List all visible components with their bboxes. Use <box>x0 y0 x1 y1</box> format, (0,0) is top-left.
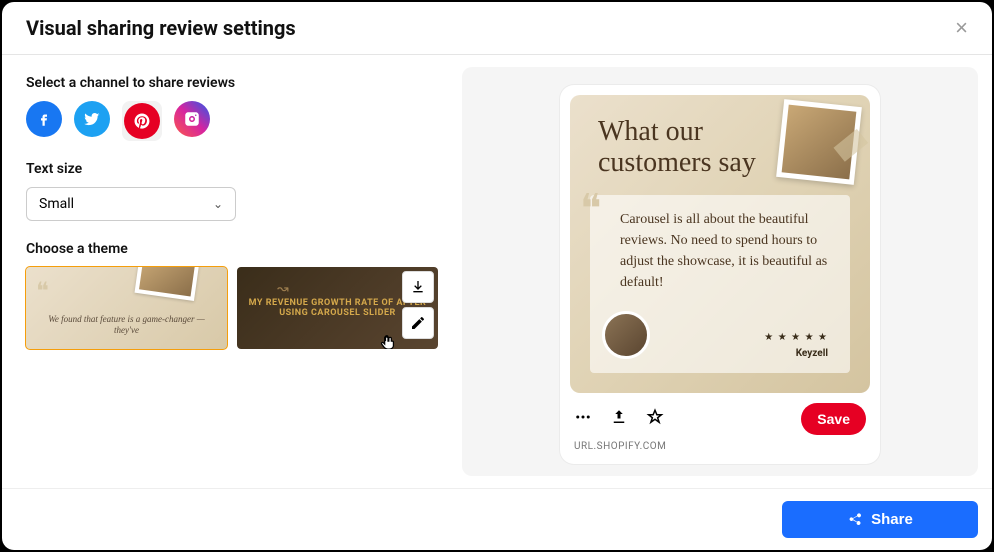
edit-button[interactable] <box>402 307 434 339</box>
channel-pinterest[interactable] <box>122 101 162 141</box>
preview-url: URL.SHOPIFY.COM <box>570 437 870 454</box>
share-button[interactable]: Share <box>782 501 978 538</box>
text-size-value: Small <box>39 196 74 212</box>
theme-option-1[interactable]: ❝ We found that feature is a game-change… <box>26 267 227 349</box>
channel-facebook[interactable] <box>26 101 62 137</box>
preview-heading: What our customers say <box>598 117 756 179</box>
modal-header: Visual sharing review settings × <box>2 2 992 55</box>
theme-1-photo <box>135 267 200 301</box>
preview-avatar <box>602 311 650 359</box>
instagram-icon <box>183 110 201 128</box>
share-button-label: Share <box>871 511 913 528</box>
preview-photo-inner <box>782 105 857 180</box>
facebook-icon <box>35 110 53 128</box>
arrow-icon: ↝ <box>277 281 289 297</box>
cursor-hand-icon <box>378 332 398 349</box>
theme-list: ❝ We found that feature is a game-change… <box>26 267 438 349</box>
theme-1-preview: ❝ We found that feature is a game-change… <box>26 267 227 349</box>
favorite-button[interactable] <box>646 408 664 430</box>
heading-line2: customers say <box>598 148 756 179</box>
dots-icon <box>574 408 592 426</box>
star-icon <box>646 408 664 426</box>
quote-mark-icon: ❝ <box>580 185 602 232</box>
quote-icon: ❝ <box>36 277 49 306</box>
settings-panel: Select a channel to share reviews <box>2 55 462 488</box>
modal-body: Select a channel to share reviews <box>2 55 992 488</box>
preview-body: ❝ Carousel is all about the beautiful re… <box>590 195 850 373</box>
heading-line1: What our <box>598 116 703 147</box>
preview-photo <box>776 99 862 185</box>
theme-actions <box>402 271 434 339</box>
pinterest-inner <box>124 103 160 139</box>
preview-panel: What our customers say ❝ Carousel is all… <box>462 67 978 476</box>
preview-stars: ★ ★ ★ ★ ★ <box>764 332 828 343</box>
close-button[interactable]: × <box>955 17 968 39</box>
text-size-section: Text size Small ⌄ <box>26 161 438 221</box>
save-button[interactable]: Save <box>801 403 866 435</box>
pin-footer: Save <box>570 393 870 437</box>
channel-label: Select a channel to share reviews <box>26 75 438 91</box>
upload-icon <box>610 408 628 426</box>
modal-title: Visual sharing review settings <box>26 16 296 40</box>
pinterest-card: What our customers say ❝ Carousel is all… <box>560 85 880 464</box>
theme-option-2[interactable]: ↝ MY REVENUE GROWTH RATE OF AFTER USING … <box>237 267 438 349</box>
pin-footer-actions <box>574 408 664 430</box>
channel-list <box>26 101 438 141</box>
settings-modal: Visual sharing review settings × Select … <box>2 2 992 550</box>
twitter-icon <box>83 110 101 128</box>
download-button[interactable] <box>402 271 434 303</box>
theme-1-text: We found that feature is a game-changer … <box>26 314 227 337</box>
preview-image: What our customers say ❝ Carousel is all… <box>570 95 870 393</box>
preview-review-text: Carousel is all about the beautiful revi… <box>620 209 832 293</box>
pinterest-icon <box>133 112 151 130</box>
theme-label: Choose a theme <box>26 241 438 257</box>
preview-author: Keyzell <box>796 348 828 359</box>
channel-instagram[interactable] <box>174 101 210 137</box>
more-button[interactable] <box>574 408 592 430</box>
share-icon <box>847 512 863 528</box>
pencil-icon <box>410 315 426 331</box>
upload-button[interactable] <box>610 408 628 430</box>
channel-twitter[interactable] <box>74 101 110 137</box>
text-size-select[interactable]: Small ⌄ <box>26 187 236 221</box>
text-size-label: Text size <box>26 161 438 177</box>
chevron-down-icon: ⌄ <box>213 197 223 211</box>
modal-footer: Share <box>2 488 992 550</box>
download-icon <box>410 279 426 295</box>
